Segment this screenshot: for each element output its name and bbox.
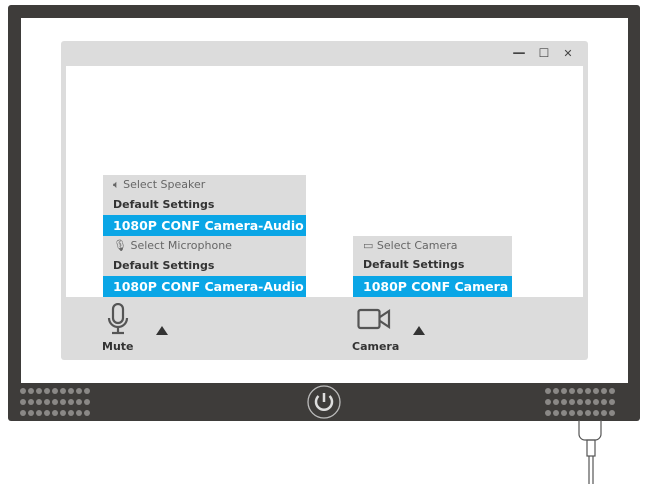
grille-dot <box>585 399 591 405</box>
grille-dot <box>52 388 58 394</box>
grille-dot <box>28 399 34 405</box>
maximize-button[interactable]: ☐ <box>537 46 551 60</box>
grille-dot <box>585 388 591 394</box>
grille-dot <box>20 399 26 405</box>
grille-dot <box>593 388 599 394</box>
grille-dot <box>84 388 90 394</box>
grille-dot <box>585 410 591 416</box>
microphone-option[interactable]: Default Settings <box>103 256 306 276</box>
camera-icon[interactable] <box>357 308 391 330</box>
microphone-option-selected[interactable]: 1080P CONF Camera-Audio <box>103 276 306 297</box>
camera-label[interactable]: Camera <box>352 340 399 353</box>
close-button[interactable]: ✕ <box>561 47 575 60</box>
grille-dot <box>60 410 66 416</box>
grille-dot <box>609 410 615 416</box>
grille-dot <box>84 410 90 416</box>
grille-dot <box>569 410 575 416</box>
grille-dot <box>44 410 50 416</box>
speaker-option-selected[interactable]: 1080P CONF Camera-Audio <box>103 215 306 236</box>
grille-dot <box>561 410 567 416</box>
grille-dot <box>20 410 26 416</box>
camera-dropdown: ▭ Select Camera Default Settings 1080P C… <box>353 236 512 297</box>
grille-dot <box>28 388 34 394</box>
grille-dot <box>68 410 74 416</box>
right-speaker-grille <box>545 388 617 421</box>
grille-dot <box>68 399 74 405</box>
microphone-icon[interactable] <box>104 303 134 335</box>
grille-dot <box>561 399 567 405</box>
microphone-header-label: Select Microphone <box>130 239 232 252</box>
grille-dot <box>44 399 50 405</box>
grille-dot <box>76 410 82 416</box>
grille-dot <box>60 399 66 405</box>
grille-dot <box>36 399 42 405</box>
speaker-icon: 🔈︎ <box>113 178 120 191</box>
grille-dot <box>28 410 34 416</box>
grille-dot <box>76 388 82 394</box>
grille-dot <box>84 399 90 405</box>
grille-dot <box>601 399 607 405</box>
grille-dot <box>577 399 583 405</box>
camera-small-icon: ▭ <box>363 239 374 252</box>
camera-option-selected[interactable]: 1080P CONF Camera <box>353 276 512 297</box>
grille-dot <box>68 388 74 394</box>
camera-header-label: Select Camera <box>376 239 458 252</box>
grille-dot <box>593 399 599 405</box>
microphone-header: 🎙︎ Select Microphone <box>103 236 306 256</box>
microphone-icon: 🎙︎ <box>113 239 127 252</box>
grille-dot <box>601 388 607 394</box>
camera-option[interactable]: Default Settings <box>353 255 512 275</box>
grille-dot <box>60 388 66 394</box>
camera-header: ▭ Select Camera <box>353 236 512 255</box>
grille-dot <box>44 388 50 394</box>
grille-dot <box>569 399 575 405</box>
minimize-button[interactable]: — <box>512 46 526 61</box>
audio-dropdown: 🔈︎ Select Speaker Default Settings 1080P… <box>103 175 306 297</box>
grille-dot <box>553 399 559 405</box>
left-speaker-grille <box>20 388 92 421</box>
camera-menu-arrow-icon[interactable] <box>413 326 425 335</box>
grille-dot <box>561 388 567 394</box>
grille-dot <box>76 399 82 405</box>
grille-dot <box>609 399 615 405</box>
mute-label[interactable]: Mute <box>102 340 134 353</box>
grille-dot <box>609 388 615 394</box>
grille-dot <box>577 388 583 394</box>
grille-dot <box>545 410 551 416</box>
speaker-header-label: Select Speaker <box>123 178 206 191</box>
power-button[interactable] <box>306 384 342 420</box>
mic-menu-arrow-icon[interactable] <box>156 326 168 335</box>
grille-dot <box>36 410 42 416</box>
grille-dot <box>545 399 551 405</box>
power-cable <box>578 420 602 484</box>
grille-dot <box>36 388 42 394</box>
grille-dot <box>52 410 58 416</box>
grille-dot <box>553 410 559 416</box>
speaker-header: 🔈︎ Select Speaker <box>103 175 306 195</box>
speaker-option[interactable]: Default Settings <box>103 195 306 215</box>
grille-dot <box>20 388 26 394</box>
grille-dot <box>577 410 583 416</box>
grille-dot <box>553 388 559 394</box>
grille-dot <box>569 388 575 394</box>
grille-dot <box>593 410 599 416</box>
grille-dot <box>52 399 58 405</box>
grille-dot <box>601 410 607 416</box>
grille-dot <box>545 388 551 394</box>
